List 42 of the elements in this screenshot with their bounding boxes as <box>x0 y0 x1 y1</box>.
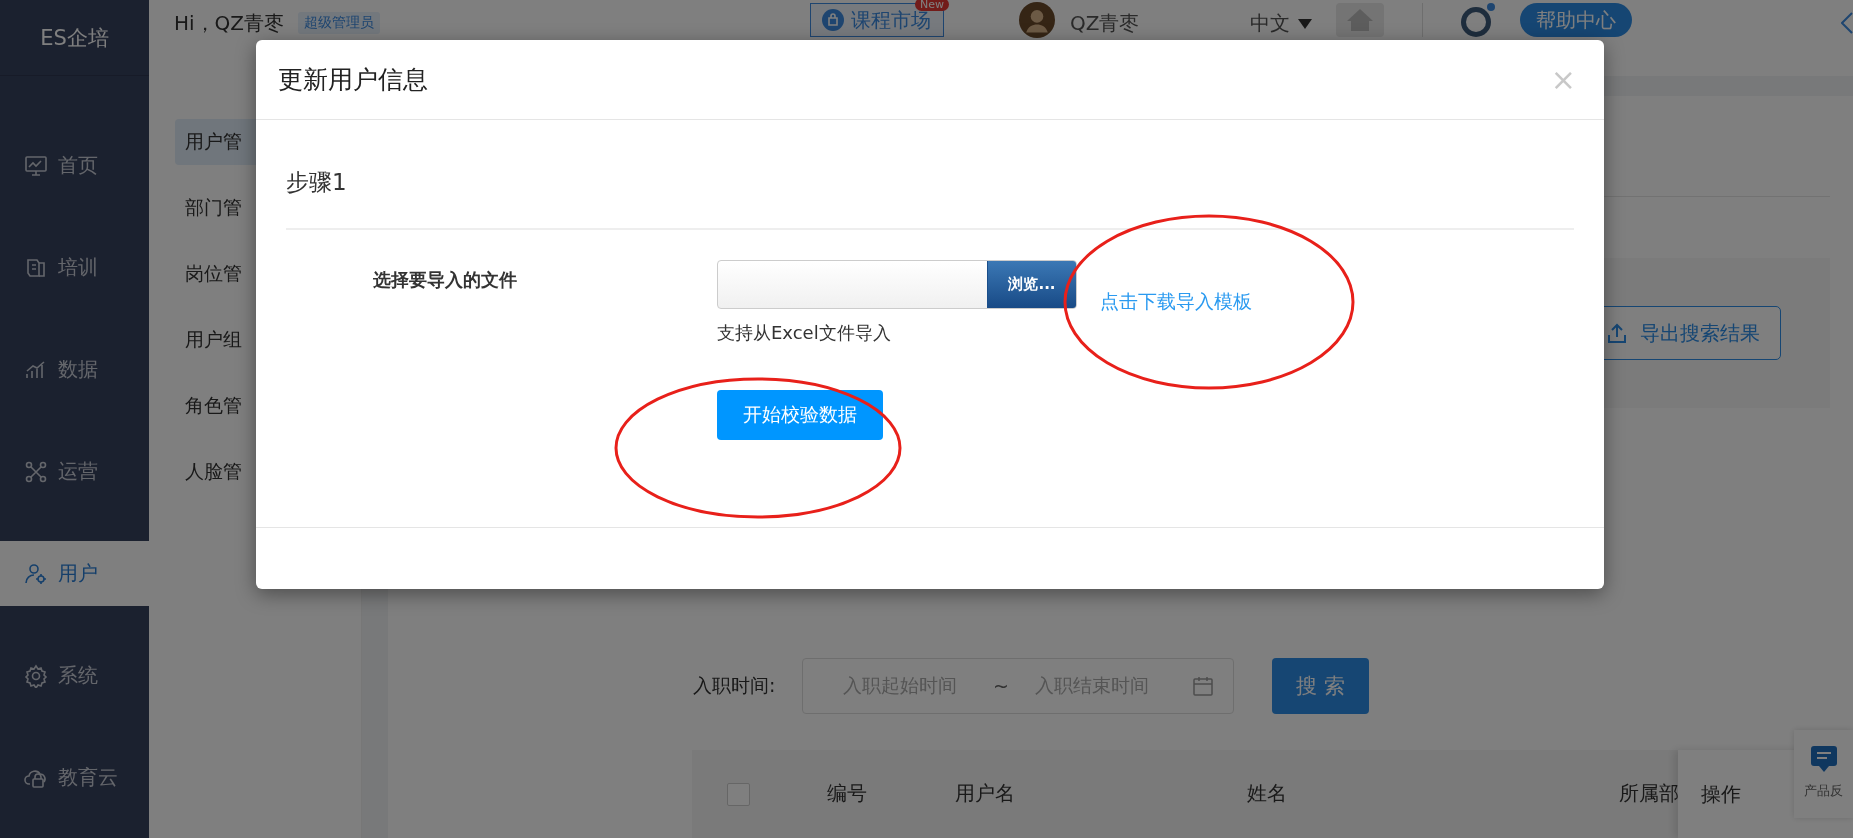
username-text: QZ青枣 <box>1070 10 1140 37</box>
step-heading: 步骤1 <box>286 168 348 197</box>
user-icon <box>24 561 48 586</box>
search-button[interactable]: 搜 索 <box>1272 658 1369 714</box>
validate-button[interactable]: 开始校验数据 <box>717 390 883 440</box>
house-icon <box>1346 9 1373 31</box>
message-icon <box>1808 744 1839 774</box>
new-badge: New <box>915 0 950 11</box>
nav-item[interactable]: 运营 <box>0 439 149 504</box>
browse-button[interactable]: 浏览... <box>987 261 1076 308</box>
column-header: 姓名 <box>1247 780 1287 807</box>
upload-icon <box>1608 323 1626 343</box>
nodes-icon <box>24 459 48 484</box>
role-badge: 超级管理员 <box>298 12 381 34</box>
language-select[interactable]: 中文 <box>1249 10 1312 37</box>
column-header: 编号 <box>827 780 867 807</box>
field-label: 选择要导入的文件 <box>372 268 518 292</box>
avatar-icon <box>1019 2 1056 38</box>
settings-icon <box>24 663 48 688</box>
feedback-button[interactable]: 产品反 <box>1794 730 1853 818</box>
nav-item[interactable]: 教育云 <box>0 745 149 810</box>
caret-icon <box>1297 18 1312 29</box>
select-all-checkbox[interactable] <box>727 782 750 806</box>
file-input[interactable]: 浏览... <box>717 260 1077 309</box>
hint-text: 支持从Excel文件导入 <box>717 321 892 345</box>
nav-item[interactable]: 培训 <box>0 235 149 300</box>
field-label: 入职时间: <box>693 673 777 698</box>
nav-item[interactable]: 数据 <box>0 337 149 402</box>
column-header: 所属部 <box>1619 780 1679 807</box>
calendar-icon <box>1193 676 1213 696</box>
chevron-left-icon <box>1841 12 1853 34</box>
greeting-text: Hi，QZ青枣 <box>174 10 285 37</box>
close-button[interactable]: × <box>1544 62 1582 97</box>
help-center-button[interactable]: 帮助中心 <box>1519 3 1632 37</box>
column-header: 用户名 <box>955 780 1015 807</box>
nav-item[interactable]: 首页 <box>0 133 149 198</box>
monitor-icon <box>24 153 48 178</box>
nav-item[interactable]: 系统 <box>0 643 149 708</box>
template-link[interactable]: 点击下载导入模板 <box>1100 289 1252 313</box>
home-button[interactable] <box>1335 3 1384 37</box>
modal-title: 更新用户信息 <box>278 64 428 96</box>
nav-item[interactable]: 用户 <box>0 541 149 606</box>
